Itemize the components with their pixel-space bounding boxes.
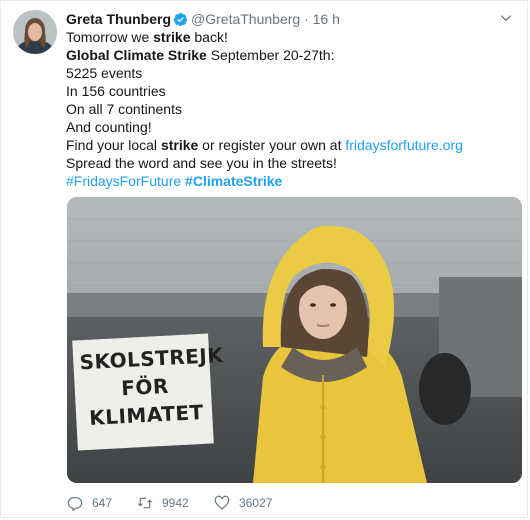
text-segment: back! bbox=[190, 29, 228, 45]
website-link[interactable]: fridaysforfuture.org bbox=[345, 137, 463, 153]
avatar-image bbox=[13, 10, 57, 54]
tweet-line-6: And counting! bbox=[66, 119, 152, 135]
tweet-line-2: Global Climate Strike September 20-27th: bbox=[66, 46, 511, 64]
author-name[interactable]: Greta Thunberg bbox=[66, 11, 171, 27]
text-segment: or register your own at bbox=[198, 137, 346, 153]
reply-count: 647 bbox=[92, 496, 113, 510]
author-handle[interactable]: @GretaThunberg bbox=[191, 11, 300, 27]
tweet-line-5: On all 7 continents bbox=[66, 101, 182, 117]
tweet-header: Greta Thunberg @GretaThunberg · 16 h bbox=[66, 10, 516, 28]
tweet-line-7: Find your local strike or register your … bbox=[66, 136, 511, 154]
reply-button[interactable]: 647 bbox=[67, 495, 112, 511]
tweet-line-8: Spread the word and see you in the stree… bbox=[66, 155, 337, 171]
tweet-hashtags: #FridaysForFuture #ClimateStrike bbox=[66, 172, 511, 190]
text-bold: Global Climate Strike bbox=[66, 47, 207, 63]
reply-icon bbox=[67, 497, 83, 511]
retweet-count: 9942 bbox=[162, 496, 189, 510]
avatar[interactable] bbox=[13, 10, 57, 54]
text-bold: strike bbox=[153, 29, 191, 45]
heart-icon bbox=[214, 495, 230, 510]
text-segment: Find your local bbox=[66, 137, 161, 153]
tweet-actions: 647 9942 36027 bbox=[67, 495, 367, 513]
verified-badge-icon bbox=[173, 12, 188, 27]
protest-sign: SKOLSTREJK FÖR KLIMATET bbox=[79, 342, 224, 433]
retweet-icon bbox=[137, 497, 153, 509]
tweet-line-1: Tomorrow we strike back! bbox=[66, 28, 511, 46]
tweet-photo[interactable]: SKOLSTREJK FÖR KLIMATET bbox=[67, 197, 522, 483]
tweet-line-4: In 156 countries bbox=[66, 83, 166, 99]
tweet-card[interactable]: Greta Thunberg @GretaThunberg · 16 h Tomo… bbox=[0, 0, 528, 518]
tweet-line-3: 5225 events bbox=[66, 65, 143, 81]
timestamp[interactable]: 16 h bbox=[313, 11, 340, 27]
like-count: 36027 bbox=[239, 496, 273, 510]
hashtag-link[interactable]: #FridaysForFuture bbox=[66, 173, 181, 189]
chevron-down-icon[interactable] bbox=[499, 11, 513, 25]
retweet-button[interactable]: 9942 bbox=[137, 495, 189, 511]
separator-dot: · bbox=[304, 11, 309, 27]
tweet-text: Tomorrow we strike back! Global Climate … bbox=[66, 28, 511, 190]
hashtag-link[interactable]: #ClimateStrike bbox=[185, 173, 282, 189]
like-button[interactable]: 36027 bbox=[214, 495, 272, 511]
text-segment: Tomorrow we bbox=[66, 29, 154, 45]
text-segment: September 20-27th: bbox=[206, 47, 335, 63]
photo-scene bbox=[67, 197, 522, 483]
text-bold: strike bbox=[160, 137, 199, 153]
